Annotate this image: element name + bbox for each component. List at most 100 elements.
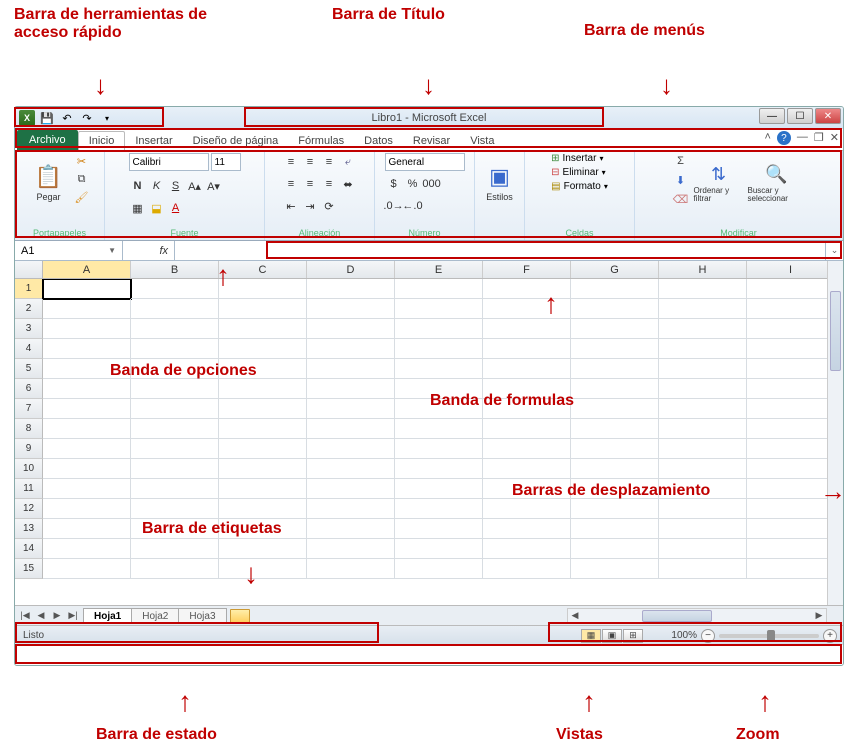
cell[interactable] xyxy=(659,379,747,399)
cell[interactable] xyxy=(43,279,131,299)
cell[interactable] xyxy=(131,539,219,559)
cell[interactable] xyxy=(571,359,659,379)
cell[interactable] xyxy=(571,459,659,479)
cell[interactable] xyxy=(747,519,835,539)
cell[interactable] xyxy=(395,539,483,559)
cell[interactable] xyxy=(307,519,395,539)
cell[interactable] xyxy=(131,559,219,579)
cell[interactable] xyxy=(307,279,395,299)
cell[interactable] xyxy=(747,299,835,319)
row-header[interactable]: 8 xyxy=(15,419,43,439)
cell[interactable] xyxy=(131,419,219,439)
cell[interactable] xyxy=(43,399,131,419)
cell[interactable] xyxy=(571,399,659,419)
row-header[interactable]: 2 xyxy=(15,299,43,319)
hscroll-right-icon[interactable]: ▶ xyxy=(812,610,826,621)
name-box[interactable]: A1 ▼ xyxy=(15,241,123,260)
cell[interactable] xyxy=(395,499,483,519)
row-header[interactable]: 13 xyxy=(15,519,43,539)
cell[interactable] xyxy=(571,559,659,579)
cell[interactable] xyxy=(571,339,659,359)
cell[interactable] xyxy=(131,439,219,459)
cell[interactable] xyxy=(307,559,395,579)
cell[interactable] xyxy=(307,539,395,559)
cell[interactable] xyxy=(483,459,571,479)
close-button[interactable]: ✕ xyxy=(815,108,841,124)
cell[interactable] xyxy=(43,319,131,339)
cell[interactable] xyxy=(43,479,131,499)
cell[interactable] xyxy=(747,439,835,459)
column-header-f[interactable]: F xyxy=(483,261,571,278)
cell[interactable] xyxy=(659,279,747,299)
cell[interactable] xyxy=(747,539,835,559)
row-header[interactable]: 5 xyxy=(15,359,43,379)
cell[interactable] xyxy=(659,459,747,479)
cell[interactable] xyxy=(219,419,307,439)
cell[interactable] xyxy=(131,379,219,399)
cell[interactable] xyxy=(219,439,307,459)
cell[interactable] xyxy=(483,539,571,559)
cell[interactable] xyxy=(571,419,659,439)
vscroll-thumb[interactable] xyxy=(830,291,841,371)
cell[interactable] xyxy=(43,519,131,539)
cell[interactable] xyxy=(395,459,483,479)
minimize-button[interactable]: — xyxy=(759,108,785,124)
cell[interactable] xyxy=(395,339,483,359)
cell[interactable] xyxy=(219,299,307,319)
cell[interactable] xyxy=(219,399,307,419)
cell[interactable] xyxy=(571,279,659,299)
cell[interactable] xyxy=(747,559,835,579)
cell[interactable] xyxy=(659,559,747,579)
cell[interactable] xyxy=(659,539,747,559)
cell[interactable] xyxy=(131,339,219,359)
row-header[interactable]: 1 xyxy=(15,279,43,299)
select-all-corner[interactable] xyxy=(15,261,43,278)
cell[interactable] xyxy=(395,279,483,299)
cell[interactable] xyxy=(659,419,747,439)
cell[interactable] xyxy=(571,379,659,399)
cell[interactable] xyxy=(659,439,747,459)
cell[interactable] xyxy=(659,399,747,419)
cell[interactable] xyxy=(395,299,483,319)
cell[interactable] xyxy=(219,539,307,559)
cell[interactable] xyxy=(571,439,659,459)
cell[interactable] xyxy=(307,439,395,459)
cell[interactable] xyxy=(659,519,747,539)
cell[interactable] xyxy=(43,459,131,479)
cell[interactable] xyxy=(747,379,835,399)
cell[interactable] xyxy=(571,519,659,539)
name-box-dropdown-icon[interactable]: ▼ xyxy=(108,246,116,255)
cell[interactable] xyxy=(131,499,219,519)
cell[interactable] xyxy=(307,479,395,499)
cell[interactable] xyxy=(131,299,219,319)
cell[interactable] xyxy=(307,359,395,379)
cell[interactable] xyxy=(395,319,483,339)
row-header[interactable]: 11 xyxy=(15,479,43,499)
hscroll-thumb[interactable] xyxy=(642,610,712,622)
cell[interactable] xyxy=(483,559,571,579)
cell[interactable] xyxy=(659,319,747,339)
column-header-e[interactable]: E xyxy=(395,261,483,278)
row-header[interactable]: 4 xyxy=(15,339,43,359)
cell[interactable] xyxy=(219,319,307,339)
cell[interactable] xyxy=(43,419,131,439)
column-header-i[interactable]: I xyxy=(747,261,835,278)
cell[interactable] xyxy=(571,319,659,339)
cell[interactable] xyxy=(219,559,307,579)
cell[interactable] xyxy=(659,499,747,519)
cell[interactable] xyxy=(571,539,659,559)
column-header-c[interactable]: C xyxy=(219,261,307,278)
row-header[interactable]: 14 xyxy=(15,539,43,559)
column-header-g[interactable]: G xyxy=(571,261,659,278)
cell[interactable] xyxy=(747,279,835,299)
cell[interactable] xyxy=(219,379,307,399)
cell[interactable] xyxy=(747,399,835,419)
column-header-d[interactable]: D xyxy=(307,261,395,278)
cell[interactable] xyxy=(483,339,571,359)
cell[interactable] xyxy=(307,459,395,479)
cell[interactable] xyxy=(219,339,307,359)
cell[interactable] xyxy=(483,499,571,519)
cell[interactable] xyxy=(131,479,219,499)
cell[interactable] xyxy=(131,319,219,339)
cell[interactable] xyxy=(43,339,131,359)
